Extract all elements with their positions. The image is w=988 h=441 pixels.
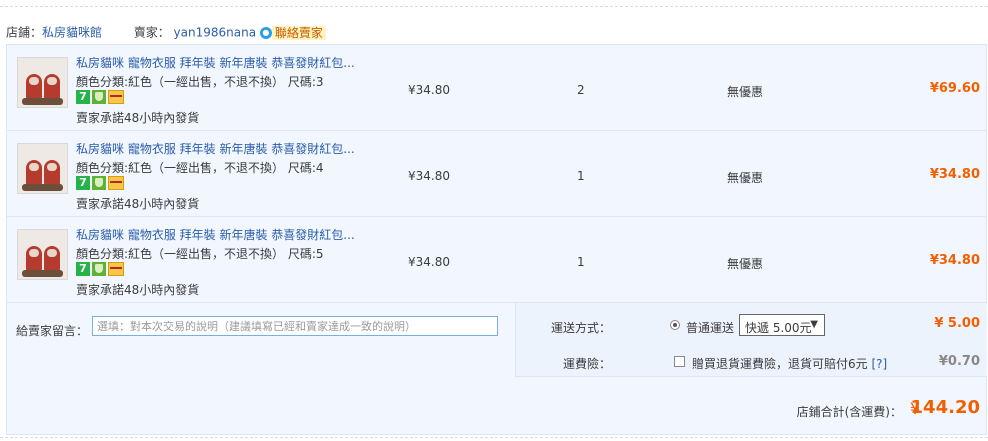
standard-shipping-radio[interactable] (670, 320, 680, 330)
shop-name-link[interactable]: 私房貓咪館 (42, 26, 102, 40)
shop-total-label: 店鋪合計(含運費)： (796, 405, 902, 419)
shipping-method-label: 運送方式： (551, 321, 612, 335)
product-title-link[interactable]: 私房貓咪 寵物衣服 拜年裝 新年唐裝 恭喜發財紅包... (76, 54, 355, 71)
delivery-promise: 賣家承諾48小時內發貨 (76, 111, 200, 125)
chat-icon[interactable]: ● (259, 26, 272, 39)
credit-card-icon[interactable] (108, 176, 124, 190)
shop-total-value: 144.20 (910, 397, 980, 418)
shop-label: 店鋪： (6, 25, 43, 40)
insurance-text: 贈買退貨運費險，退貨可賠付6元 [?] (692, 355, 887, 372)
top-divider (0, 6, 988, 7)
message-to-seller-input[interactable] (92, 316, 498, 336)
delivery-promise: 賣家承諾48小時內發貨 (76, 283, 200, 297)
order-footer: 給賣家留言： 運送方式： 普通運送 快遞 5.00元 ▼ ¥ 5.00 運費險：… (6, 303, 987, 435)
order-item-row: 私房貓咪 寵物衣服 拜年裝 新年唐裝 恭喜發財紅包... 顏色分類:紅色（一經出… (7, 45, 986, 131)
product-spec: 顏色分類:紅色（一經出售，不退不換） 尺碼:4 (76, 161, 324, 175)
shop-header: 店鋪：私房貓咪館 賣家： yan1986nana ● 聯絡賣家 (6, 24, 326, 40)
guarantee-shield-icon[interactable] (92, 90, 106, 104)
discount: 無優惠 (727, 171, 764, 185)
service-badges: 7 (76, 262, 126, 276)
shipping-fee: ¥ 5.00 (934, 316, 980, 331)
quantity: 2 (577, 83, 585, 97)
message-label: 給賣家留言： (16, 324, 89, 338)
item-subtotal: ¥69.60 (929, 81, 980, 96)
service-badges: 7 (76, 176, 126, 190)
product-title-link[interactable]: 私房貓咪 寵物衣服 拜年裝 新年唐裝 恭喜發財紅包... (76, 140, 355, 157)
seven-day-return-icon[interactable]: 7 (76, 176, 90, 190)
product-thumbnail[interactable] (17, 57, 68, 108)
item-subtotal: ¥34.80 (929, 167, 980, 182)
insurance-label: 運費險： (563, 357, 612, 371)
service-badges: 7 (76, 90, 126, 104)
order-item-row: 私房貓咪 寵物衣服 拜年裝 新年唐裝 恭喜發財紅包... 顏色分類:紅色（一經出… (7, 217, 986, 303)
unit-price: ¥34.80 (408, 255, 450, 269)
insurance-description: 贈買退貨運費險，退貨可賠付6元 (692, 357, 868, 371)
delivery-promise: 賣家承諾48小時內發貨 (76, 197, 200, 211)
credit-card-icon[interactable] (108, 262, 124, 276)
discount: 無優惠 (727, 257, 764, 271)
credit-card-icon[interactable] (108, 90, 124, 104)
guarantee-shield-icon[interactable] (92, 176, 106, 190)
order-item-row: 私房貓咪 寵物衣服 拜年裝 新年唐裝 恭喜發財紅包... 顏色分類:紅色（一經出… (7, 131, 986, 217)
order-items-panel: 私房貓咪 寵物衣服 拜年裝 新年唐裝 恭喜發財紅包... 顏色分類:紅色（一經出… (6, 44, 987, 303)
dropdown-arrow-icon: ▼ (810, 319, 818, 330)
quantity: 1 (577, 255, 585, 269)
product-thumbnail[interactable] (17, 143, 68, 194)
shipping-select[interactable]: 快遞 5.00元 ▼ (739, 314, 825, 336)
product-thumbnail[interactable] (17, 229, 68, 280)
contact-seller-button[interactable]: 聯絡賣家 (271, 25, 326, 40)
discount: 無優惠 (727, 85, 764, 99)
unit-price: ¥34.80 (408, 83, 450, 97)
item-subtotal: ¥34.80 (929, 253, 980, 268)
seller-name-link[interactable]: yan1986nana (174, 26, 257, 40)
insurance-help-link[interactable]: [?] (871, 357, 887, 371)
insurance-checkbox[interactable] (674, 356, 685, 367)
quantity: 1 (577, 169, 585, 183)
standard-shipping-label[interactable]: 普通運送 (686, 319, 734, 336)
product-title-link[interactable]: 私房貓咪 寵物衣服 拜年裝 新年唐裝 恭喜發財紅包... (76, 226, 355, 243)
unit-price: ¥34.80 (408, 169, 450, 183)
product-spec: 顏色分類:紅色（一經出售，不退不換） 尺碼:3 (76, 75, 324, 89)
bottom-divider (0, 437, 988, 438)
shipping-panel: 運送方式： 普通運送 快遞 5.00元 ▼ ¥ 5.00 運費險： 贈買退貨運費… (515, 303, 987, 377)
shipping-select-value: 快遞 5.00元 (745, 321, 812, 335)
guarantee-shield-icon[interactable] (92, 262, 106, 276)
seven-day-return-icon[interactable]: 7 (76, 90, 90, 104)
seven-day-return-icon[interactable]: 7 (76, 262, 90, 276)
product-spec: 顏色分類:紅色（一經出售，不退不換） 尺碼:5 (76, 247, 324, 261)
seller-label: 賣家： (133, 25, 170, 40)
insurance-fee: ¥0.70 (938, 354, 980, 369)
